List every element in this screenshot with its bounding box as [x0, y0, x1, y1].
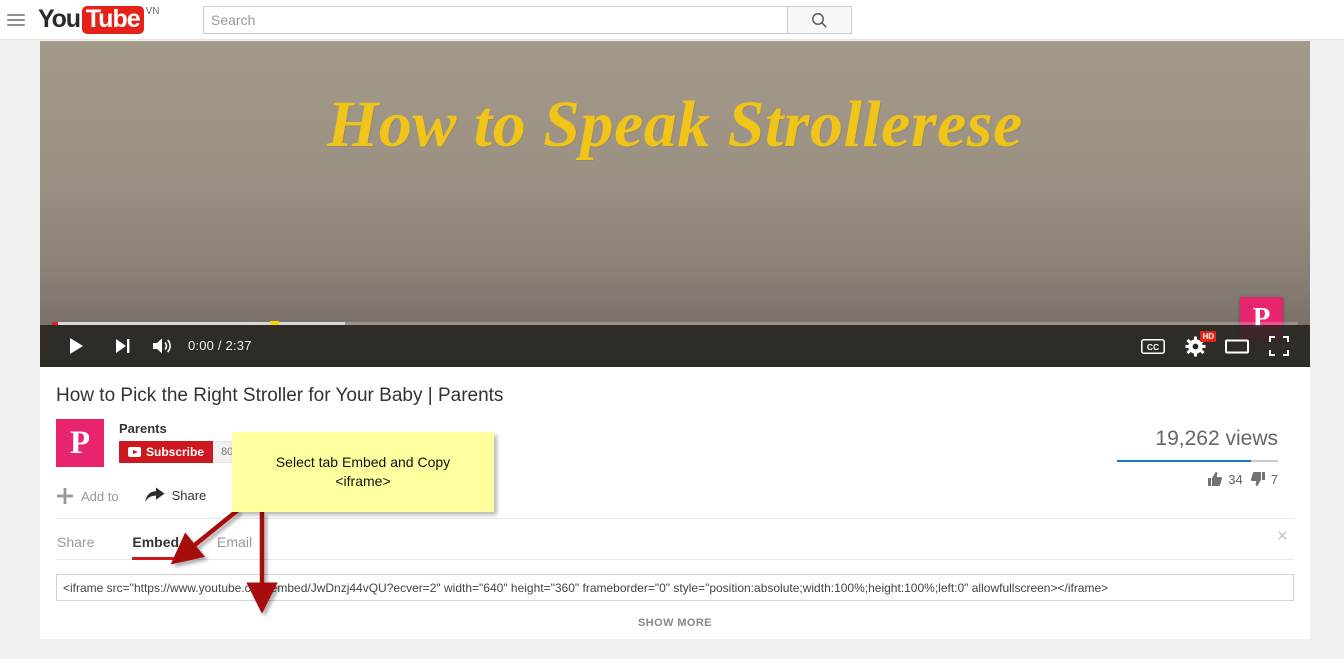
next-video-button[interactable]	[108, 333, 136, 359]
rating-bar	[1117, 460, 1278, 462]
fullscreen-button[interactable]	[1264, 333, 1294, 359]
annotation-callout: Select tab Embed and Copy <iframe>	[232, 432, 494, 512]
watch-page: How to Speak Strollerese P 0:00 / 2:37 C…	[40, 41, 1310, 639]
share-panel: Share Embed Email × <iframe src="https:/…	[40, 519, 1310, 639]
search-input[interactable]	[203, 6, 787, 34]
closed-captions-button[interactable]: CC	[1138, 333, 1168, 359]
page-title: How to Pick the Right Stroller for Your …	[56, 385, 504, 406]
volume-button[interactable]	[148, 333, 178, 359]
embed-code-input[interactable]: <iframe src="https://www.youtube.com/emb…	[56, 574, 1294, 601]
progress-bar[interactable]	[52, 320, 1298, 325]
share-arrow-icon	[144, 487, 165, 502]
share-label: Share	[171, 487, 207, 503]
hamburger-bar	[7, 19, 25, 21]
annotation-line-2: <iframe>	[335, 473, 391, 489]
channel-name[interactable]: Parents	[119, 421, 167, 436]
logo-you-text: You	[38, 5, 81, 33]
masthead: You Tube VN	[0, 0, 1344, 40]
time-display: 0:00 / 2:37	[188, 338, 252, 353]
quality-badge: HD	[1200, 331, 1216, 342]
progress-loaded	[52, 322, 345, 325]
player-control-bar: 0:00 / 2:37 CC HD	[40, 321, 1310, 367]
video-info-section: How to Pick the Right Stroller for Your …	[40, 367, 1310, 519]
progress-played	[52, 322, 59, 325]
play-icon	[69, 338, 83, 354]
show-more-button[interactable]: SHOW MORE	[56, 601, 1294, 639]
logo-country-code: VN	[145, 6, 160, 17]
svg-text:CC: CC	[1147, 342, 1159, 352]
hamburger-menu-icon[interactable]	[7, 12, 25, 28]
subscribe-label: Subscribe	[146, 445, 205, 459]
youtube-play-icon	[128, 447, 141, 457]
progress-chapter-marker	[270, 321, 280, 325]
search-icon	[812, 12, 827, 28]
add-to-button[interactable]: Add to	[56, 487, 119, 505]
tab-embed[interactable]: Embed	[132, 534, 179, 560]
annotation-line-1: Select tab Embed and Copy	[275, 454, 451, 470]
plus-icon	[57, 488, 73, 504]
play-button[interactable]	[62, 333, 90, 359]
fullscreen-icon	[1269, 336, 1289, 356]
hamburger-bar	[7, 24, 25, 26]
settings-button[interactable]: HD	[1180, 331, 1216, 359]
theater-mode-button[interactable]	[1222, 333, 1252, 359]
share-tabs: Share Embed Email ×	[56, 519, 1294, 560]
close-icon[interactable]: ×	[1271, 525, 1294, 548]
video-art-title: How to Speak Strollerese	[327, 88, 1023, 161]
hamburger-bar	[7, 14, 25, 16]
cc-icon: CC	[1141, 338, 1165, 354]
view-count: 19,262 views	[1155, 427, 1278, 450]
search-button[interactable]	[787, 6, 852, 34]
tab-email[interactable]: Email	[217, 534, 252, 559]
rating-bar-fill	[1117, 460, 1251, 462]
add-to-label: Add to	[81, 488, 119, 504]
logo-tube-text: Tube	[81, 6, 144, 34]
video-player[interactable]: How to Speak Strollerese P 0:00 / 2:37 C…	[40, 41, 1310, 367]
subscribe-button[interactable]: Subscribe	[119, 441, 214, 463]
tab-share[interactable]: Share	[57, 534, 94, 559]
avatar[interactable]: P	[56, 419, 104, 467]
volume-icon	[153, 338, 171, 354]
share-button[interactable]: Share	[144, 487, 207, 503]
next-track-icon	[115, 339, 129, 353]
search-form	[203, 6, 852, 34]
theater-mode-icon	[1225, 339, 1249, 353]
youtube-logo[interactable]: You Tube VN	[38, 6, 160, 34]
subscribe-group: Subscribe 80K	[119, 441, 250, 463]
